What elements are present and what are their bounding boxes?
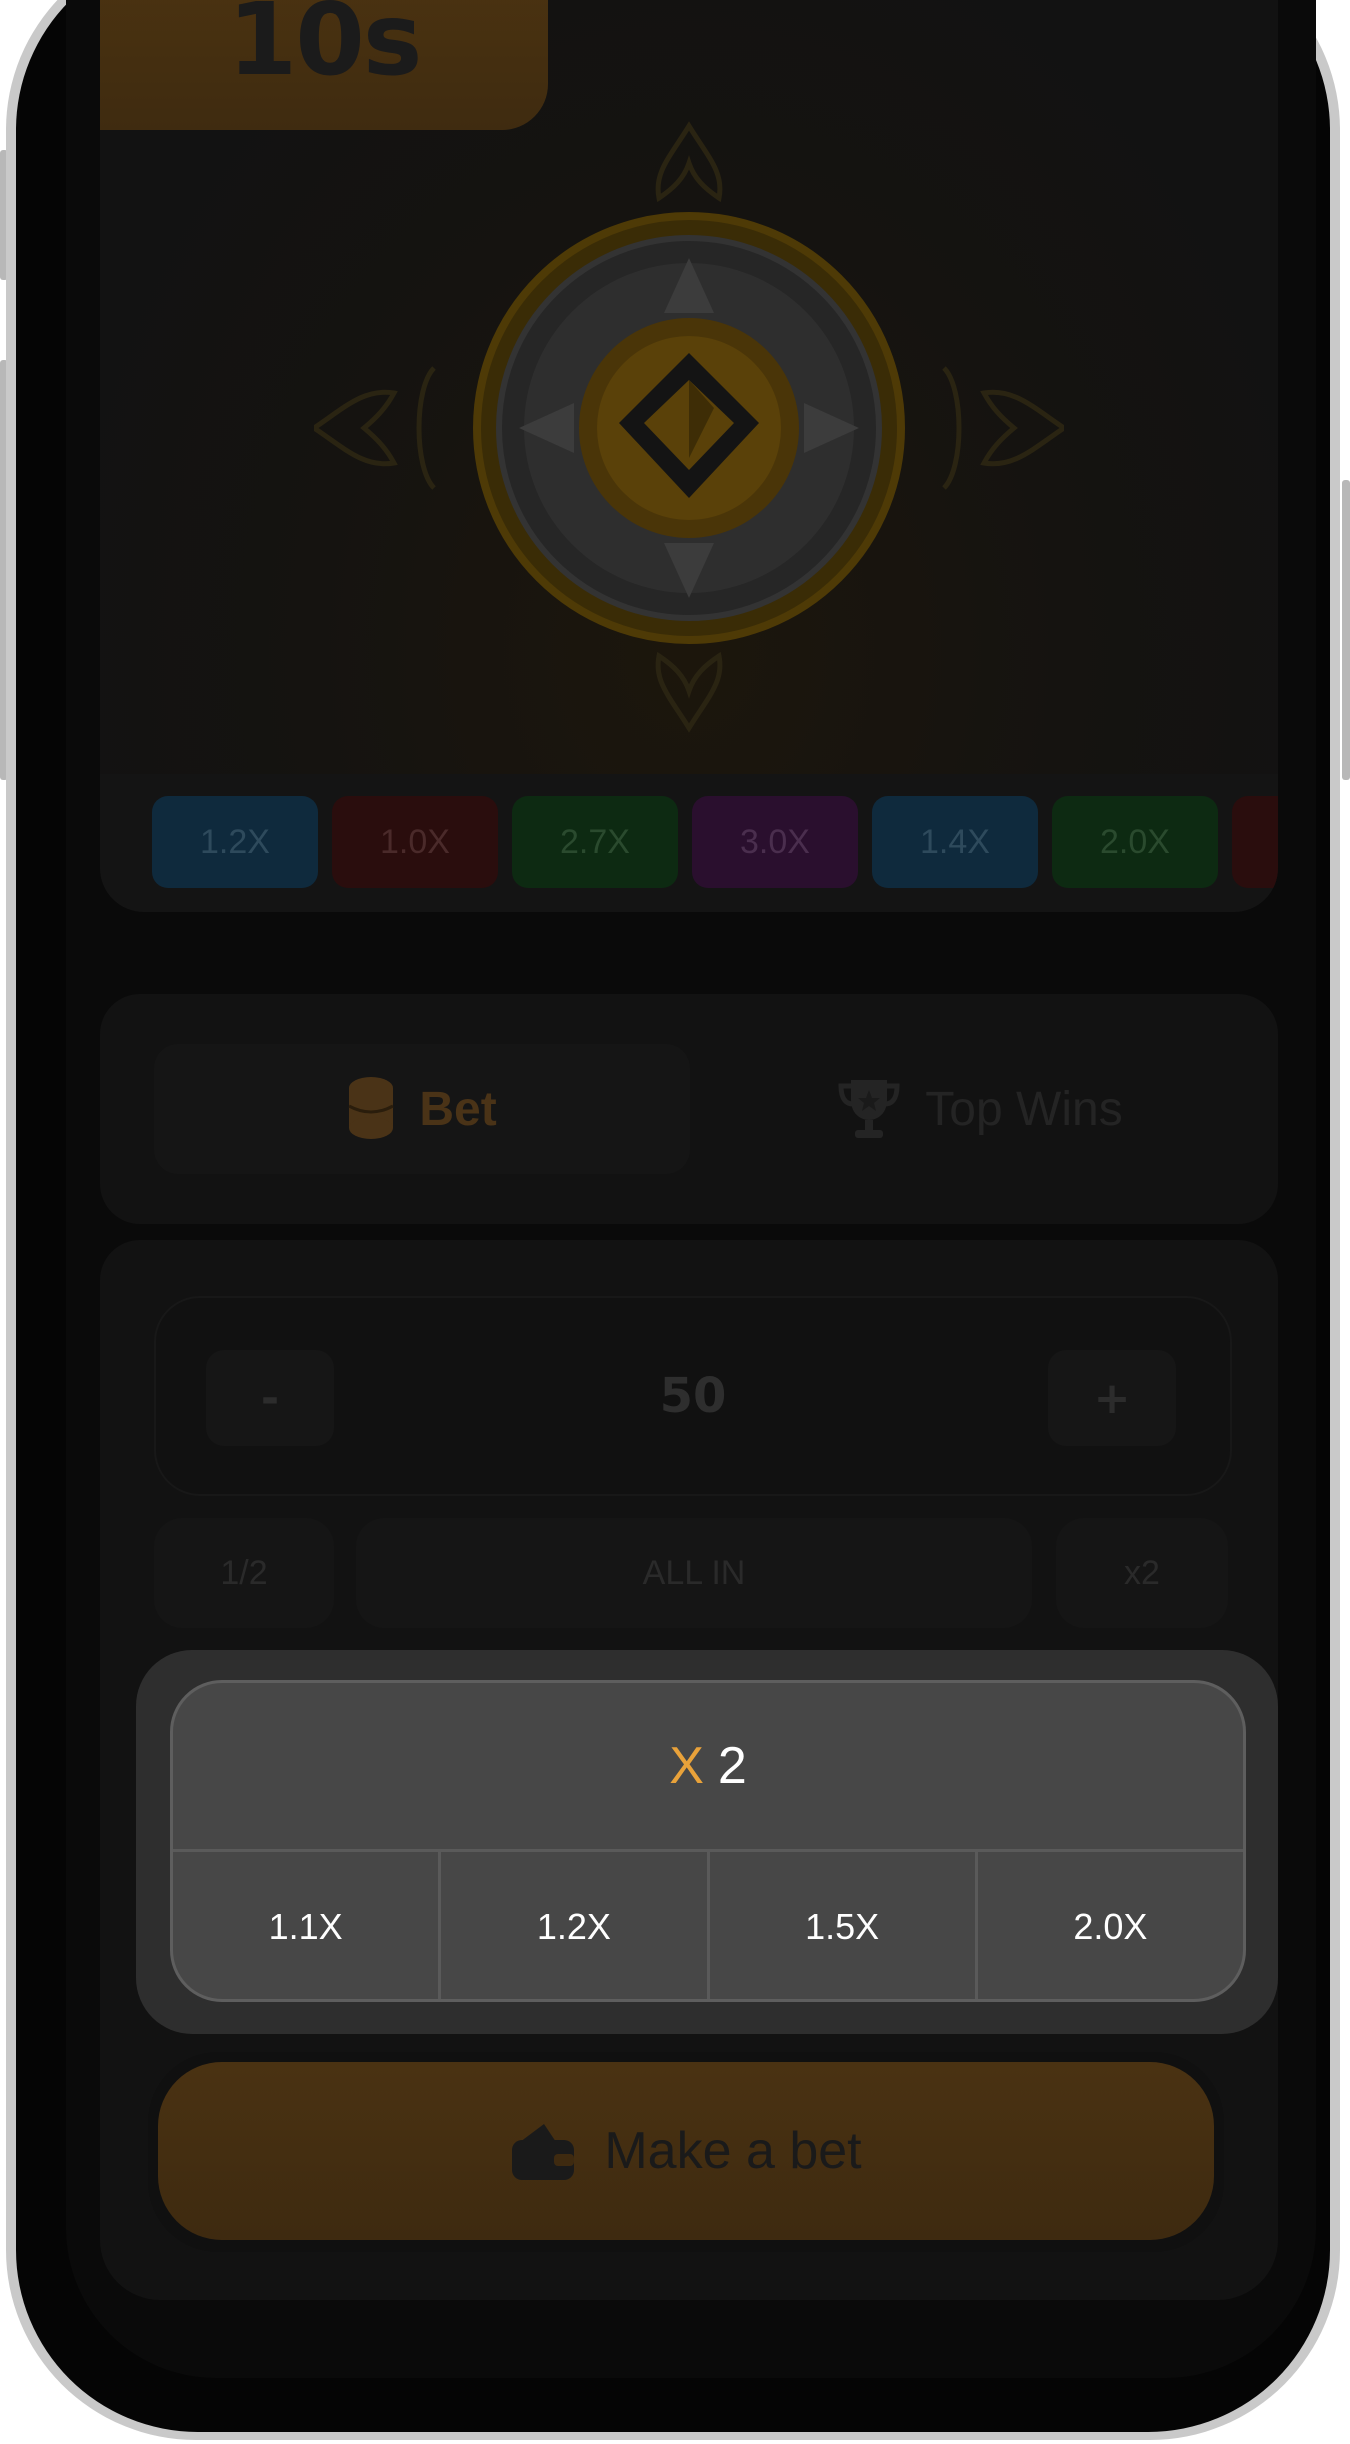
history-chip: 3.0X [692, 796, 858, 888]
multiplier-option-1-5x[interactable]: 1.5X [710, 1852, 978, 1999]
history-chip: 2.0X [1052, 796, 1218, 888]
decrease-bet-button[interactable]: - [206, 1350, 334, 1446]
wallet-icon [512, 2124, 575, 2180]
phone-frame: 10s 1.2X 1.0X 2.7X 3.0X 1.4X 2.0X Bet To… [6, 0, 1340, 2440]
screen: 10s 1.2X 1.0X 2.7X 3.0X 1.4X 2.0X Bet To… [66, 0, 1316, 2378]
multiplier-option-1-1x[interactable]: 1.1X [173, 1852, 442, 1999]
compass-emblem-icon [314, 121, 1064, 733]
history-chip: 2.7X [512, 796, 678, 888]
tab-bet[interactable]: Bet [154, 1044, 690, 1174]
make-bet-button[interactable]: Make a bet [158, 2062, 1214, 2240]
history-chip: 1.0X [332, 796, 498, 888]
multiplier-popup-panel: X 2 1.1X 1.2X 1.5X 2.0X [170, 1680, 1246, 2002]
game-card: 10s 1.2X 1.0X 2.7X 3.0X 1.4X 2.0X [100, 0, 1278, 912]
tab-bar: Bet Top Wins [100, 994, 1278, 1224]
coins-icon [348, 1077, 395, 1139]
trophy-icon [838, 1080, 900, 1138]
double-bet-button[interactable]: x2 [1056, 1518, 1228, 1628]
all-in-button[interactable]: ALL IN [356, 1518, 1032, 1628]
history-chip: 1.4X [872, 796, 1038, 888]
history-chip [1232, 796, 1278, 888]
bet-amount-stepper: 50 - + [154, 1296, 1232, 1496]
increase-bet-button[interactable]: + [1048, 1350, 1176, 1446]
multiplier-options: 1.1X 1.2X 1.5X 2.0X [173, 1852, 1243, 1999]
countdown-timer: 10s [100, 0, 548, 130]
multiplier-popup: X 2 1.1X 1.2X 1.5X 2.0X [136, 1650, 1278, 2034]
selected-multiplier: X 2 [173, 1683, 1243, 1852]
multiplier-history: 1.2X 1.0X 2.7X 3.0X 1.4X 2.0X [100, 774, 1278, 912]
timer-text: 10s [227, 0, 423, 98]
phone-side-button-right [1342, 480, 1350, 780]
multiplier-option-2-0x[interactable]: 2.0X [978, 1852, 1243, 1999]
phone-bezel: 10s 1.2X 1.0X 2.7X 3.0X 1.4X 2.0X Bet To… [16, 0, 1330, 2432]
multiplier-value: 2 [717, 1737, 747, 1795]
game-arena: 10s [100, 0, 1278, 774]
tab-top-wins-label: Top Wins [925, 1082, 1123, 1136]
tab-top-wins[interactable]: Top Wins [720, 1044, 1240, 1174]
tab-bet-label: Bet [419, 1082, 497, 1136]
multiplier-option-1-2x[interactable]: 1.2X [441, 1852, 710, 1999]
history-chip: 1.2X [152, 796, 318, 888]
multiplier-prefix: X [669, 1737, 704, 1795]
make-bet-label: Make a bet [604, 2122, 862, 2180]
half-bet-button[interactable]: 1/2 [154, 1518, 334, 1628]
